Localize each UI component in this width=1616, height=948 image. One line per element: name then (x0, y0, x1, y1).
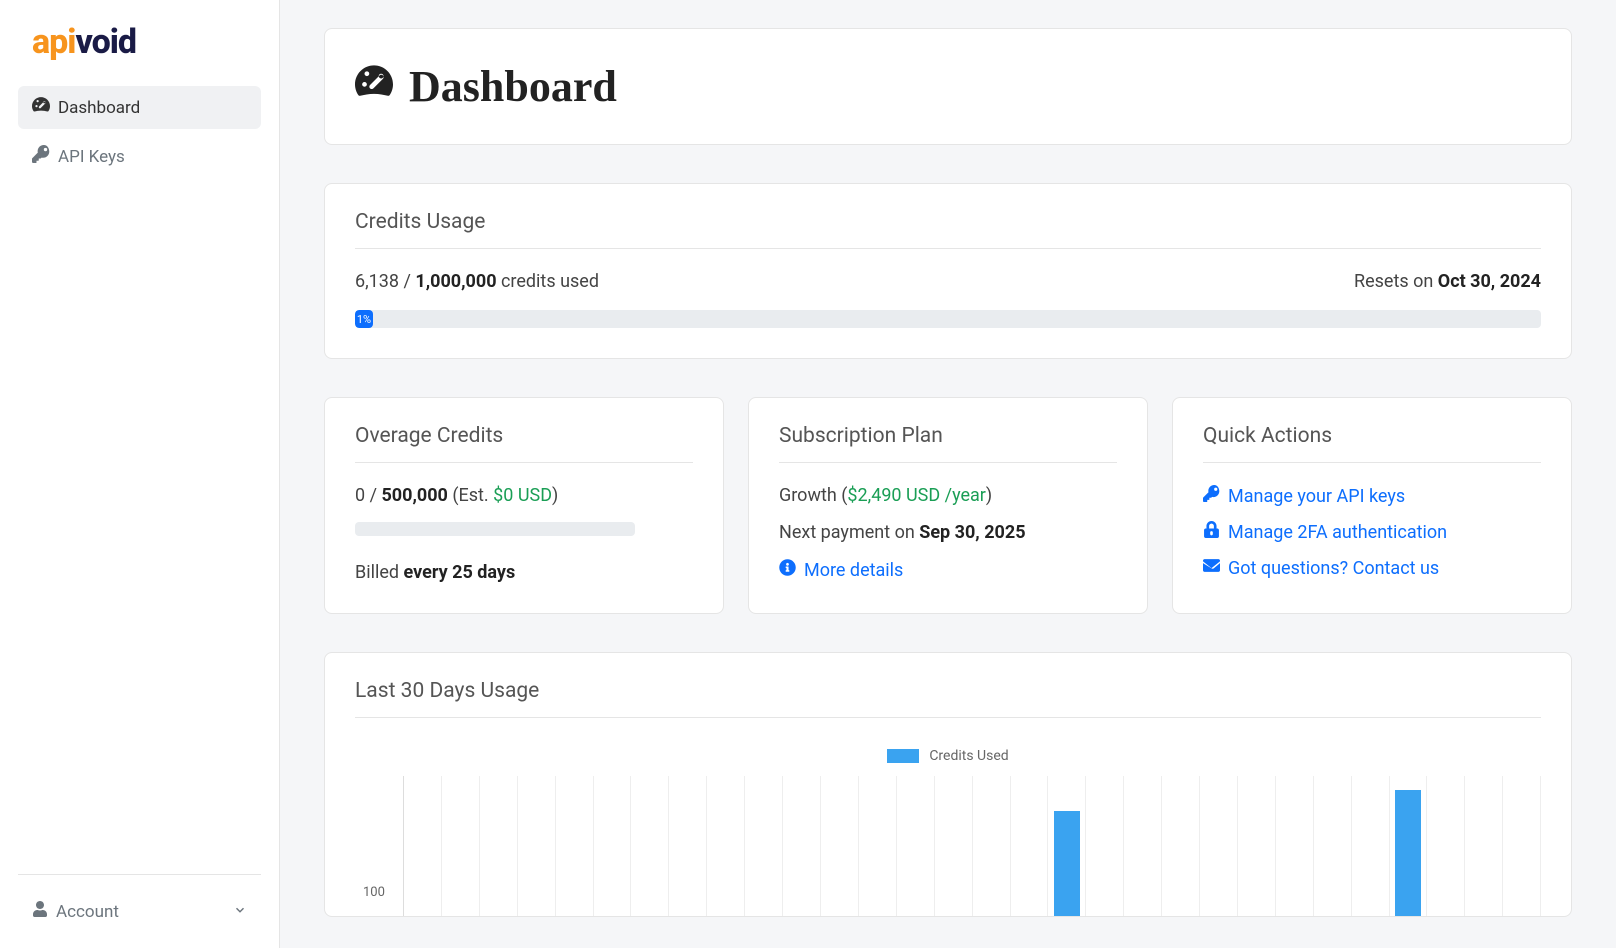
bar-slot (404, 776, 442, 916)
credits-progress: 1% (355, 310, 1541, 328)
logo-part2: void (75, 22, 136, 62)
quick-actions-card: Quick Actions Manage your API keys Manag… (1172, 397, 1572, 614)
bar-slot (669, 776, 707, 916)
logo-part1: api (32, 22, 75, 62)
sidebar: apivoid Dashboard API Keys Account (0, 0, 280, 948)
bar-slot (518, 776, 556, 916)
chart-bar (1395, 790, 1421, 916)
bar-slot (935, 776, 973, 916)
bar-slot (1276, 776, 1314, 916)
bar-slot (1011, 776, 1049, 916)
bar-slot (594, 776, 632, 916)
more-details-link[interactable]: More details (779, 559, 1117, 581)
bar-slot (1390, 776, 1428, 916)
chart-body: 100 (355, 776, 1541, 916)
dashboard-icon (32, 96, 50, 119)
sidebar-item-dashboard[interactable]: Dashboard (18, 86, 261, 129)
account-label: Account (56, 902, 119, 922)
bar-slot (1238, 776, 1276, 916)
bar-slot (442, 776, 480, 916)
chart-legend: Credits Used (355, 740, 1541, 776)
account-menu[interactable]: Account (18, 893, 261, 930)
bar-slot (1200, 776, 1238, 916)
chart-bars (403, 776, 1541, 916)
plan-card: Subscription Plan Growth ($2,490 USD /ye… (748, 397, 1148, 614)
bar-slot (1465, 776, 1503, 916)
overage-heading: Overage Credits (355, 424, 693, 463)
sidebar-item-label: Dashboard (58, 98, 140, 118)
quick-link-2fa[interactable]: Manage 2FA authentication (1203, 521, 1541, 543)
bar-slot (859, 776, 897, 916)
bar-slot (1086, 776, 1124, 916)
bar-slot (1314, 776, 1352, 916)
plan-name: Growth ($2,490 USD /year) (779, 485, 1117, 506)
credits-used-text: 6,138 / 1,000,000 credits used (355, 271, 599, 292)
credits-row: 6,138 / 1,000,000 credits used Resets on… (355, 271, 1541, 292)
quick-link-label: Manage your API keys (1228, 486, 1405, 507)
plan-next-payment: Next payment on Sep 30, 2025 (779, 522, 1117, 543)
usage-chart-card: Last 30 Days Usage Credits Used 100 (324, 652, 1572, 917)
sidebar-item-api-keys[interactable]: API Keys (18, 135, 261, 178)
info-icon (779, 559, 796, 581)
quick-link-api-keys[interactable]: Manage your API keys (1203, 485, 1541, 507)
bar-slot (556, 776, 594, 916)
title-card: Dashboard (324, 28, 1572, 145)
bar-slot (783, 776, 821, 916)
bar-slot (821, 776, 859, 916)
overage-progress (355, 522, 635, 536)
credits-reset-text: Resets on Oct 30, 2024 (1354, 271, 1541, 292)
y-tick-label: 100 (363, 885, 385, 900)
logo[interactable]: apivoid (18, 18, 261, 82)
key-icon (32, 145, 50, 168)
legend-swatch (887, 749, 919, 763)
page-title-text: Dashboard (409, 61, 617, 112)
bar-slot (480, 776, 518, 916)
bar-slot (631, 776, 669, 916)
lock-icon (1203, 521, 1220, 543)
mail-icon (1203, 557, 1220, 579)
page-title: Dashboard (355, 61, 1541, 112)
bar-slot (1162, 776, 1200, 916)
usage-chart-heading: Last 30 Days Usage (355, 679, 1541, 718)
quick-link-contact[interactable]: Got questions? Contact us (1203, 557, 1541, 579)
bar-slot (1048, 776, 1086, 916)
nav: Dashboard API Keys (18, 86, 261, 866)
cards-row: Overage Credits 0 / 500,000 (Est. $0 USD… (324, 397, 1572, 614)
legend-label: Credits Used (929, 748, 1008, 764)
bar-slot (973, 776, 1011, 916)
bar-slot (745, 776, 783, 916)
key-icon (1203, 485, 1220, 507)
credits-progress-fill: 1% (355, 310, 373, 328)
quick-heading: Quick Actions (1203, 424, 1541, 463)
bar-slot (707, 776, 745, 916)
overage-text: 0 / 500,000 (Est. $0 USD) (355, 485, 693, 506)
overage-billed: Billed every 25 days (355, 562, 693, 583)
chevron-down-icon (233, 902, 247, 922)
bar-slot (897, 776, 935, 916)
credits-heading: Credits Usage (355, 210, 1541, 249)
credits-card: Credits Usage 6,138 / 1,000,000 credits … (324, 183, 1572, 359)
overage-card: Overage Credits 0 / 500,000 (Est. $0 USD… (324, 397, 724, 614)
sidebar-item-label: API Keys (58, 147, 125, 167)
bar-slot (1124, 776, 1162, 916)
quick-link-label: Got questions? Contact us (1228, 558, 1439, 579)
bar-slot (1352, 776, 1390, 916)
user-icon (32, 901, 48, 922)
bar-slot (1503, 776, 1541, 916)
main-content: Dashboard Credits Usage 6,138 / 1,000,00… (280, 0, 1616, 948)
dashboard-icon (355, 61, 393, 112)
quick-link-label: Manage 2FA authentication (1228, 522, 1447, 543)
plan-heading: Subscription Plan (779, 424, 1117, 463)
bar-slot (1427, 776, 1465, 916)
sidebar-footer: Account (18, 874, 261, 930)
more-details-label: More details (804, 560, 903, 581)
chart-bar (1054, 811, 1080, 916)
